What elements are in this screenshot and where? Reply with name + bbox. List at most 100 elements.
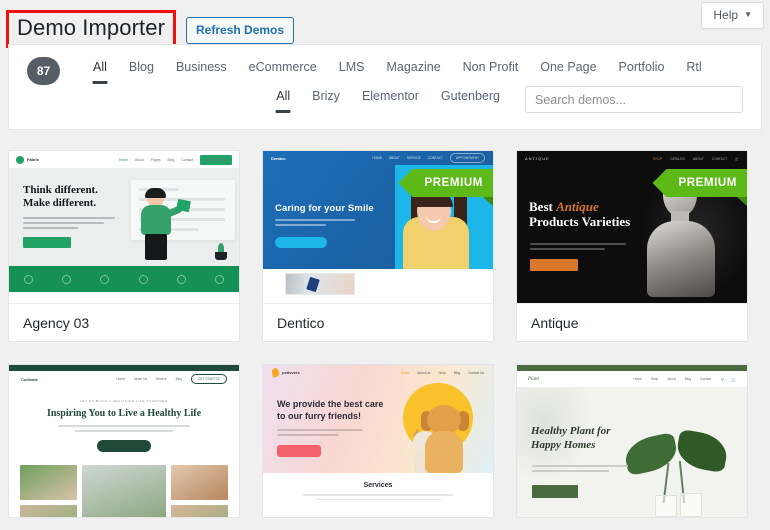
- mini-headline: Best Antique Products Varieties: [529, 199, 630, 230]
- category-tab-all[interactable]: All: [82, 58, 118, 84]
- demo-card-title: Antique: [517, 303, 747, 341]
- category-tab-ecommerce[interactable]: eCommerce: [238, 58, 328, 84]
- demo-thumbnail: petlovers Home About Us Shop Blog Contac…: [263, 365, 493, 517]
- mini-paragraph: [530, 243, 626, 253]
- builder-filter-row: All Brizy Elementor Gutenberg: [9, 85, 761, 113]
- builder-tab-brizy[interactable]: Brizy: [301, 87, 351, 113]
- demo-importer-page: Help ▼ Demo Importer Refresh Demos 87 Al…: [0, 0, 770, 530]
- illustration-person: [135, 188, 192, 262]
- filter-panel: 87 All Blog Business eCommerce LMS Magaz…: [8, 44, 762, 130]
- demo-thumbnail: Plant Home Shop About Blog Contact ⚲ 🛒 H…: [517, 365, 747, 517]
- cart-icon: 🛒: [731, 376, 736, 382]
- demo-card-antique[interactable]: PREMIUM ANTIQUE SHOP CATALOG ABOUT CONTA…: [516, 150, 748, 342]
- demo-thumbnail: Cultivate Home About Us Service Blog GET…: [9, 365, 239, 517]
- mini-cta-button: [97, 439, 151, 452]
- mini-paragraph: [58, 425, 190, 432]
- mini-nav-cta: APPOINTMENT: [449, 153, 485, 163]
- gallery-column: [171, 465, 228, 517]
- mini-headline-line: Healthy Plant for: [531, 425, 611, 437]
- builder-tab-elementor[interactable]: Elementor: [351, 87, 430, 113]
- mini-nav-item: Blog: [175, 377, 183, 381]
- mini-section-title: Services: [363, 482, 393, 489]
- mini-nav-item: Blog: [684, 377, 692, 381]
- mini-site-nav: Cultivate Home About Us Service Blog GET…: [9, 371, 239, 387]
- demo-card-agency-03[interactable]: Fabric Home About Pages Blog Contact DOW…: [8, 150, 240, 342]
- mini-headline-line: Products Varieties: [529, 214, 631, 230]
- mini-cta-button: [275, 237, 327, 248]
- mini-hero: Dentico HOME ABOUT SERVICE CONTACT APPOI…: [263, 151, 493, 269]
- mini-nav-item: ABOUT: [388, 156, 400, 160]
- mini-hero: Healthy Plant for Happy Homes: [517, 387, 747, 517]
- mini-hero-dog: [419, 405, 471, 473]
- category-tab-non-profit[interactable]: Non Profit: [452, 58, 530, 84]
- demo-card-title: Dentico: [263, 303, 493, 341]
- mini-nav-item: CATALOG: [670, 156, 685, 161]
- category-tab-one-page[interactable]: One Page: [529, 58, 607, 84]
- mini-icon-strip: [9, 266, 239, 292]
- mini-logo-text: Dentico: [271, 155, 286, 161]
- page-title: Demo Importer: [17, 15, 166, 40]
- mini-nav-item: Shop: [438, 370, 446, 375]
- mini-secondary-section: [263, 269, 493, 303]
- gallery-photo: [20, 465, 77, 500]
- category-filter-row: 87 All Blog Business eCommerce LMS Magaz…: [9, 45, 761, 85]
- category-tab-magazine[interactable]: Magazine: [375, 58, 451, 84]
- builder-tab-gutenberg[interactable]: Gutenberg: [430, 87, 511, 113]
- demo-card-pet-care[interactable]: petlovers Home About Us Shop Blog Contac…: [262, 364, 494, 518]
- mini-nav-item: SHOP: [653, 156, 663, 161]
- demo-card-healthy-life[interactable]: Cultivate Home About Us Service Blog GET…: [8, 364, 240, 518]
- mini-headline: Healthy Plant for Happy Homes: [531, 425, 610, 453]
- mini-logo: petlovers: [271, 367, 300, 378]
- mini-hero: LET US BUILD A HEALTHIER LIFE TOGETHER I…: [9, 387, 239, 517]
- cart-icon: 🛒: [735, 156, 739, 161]
- mini-nav-item: Home: [400, 370, 410, 375]
- demo-count-badge: 87: [27, 57, 60, 85]
- mini-paragraph: [277, 429, 363, 439]
- mini-nav-item: Home: [116, 377, 125, 381]
- gallery-photo: [171, 465, 228, 500]
- search-input[interactable]: [525, 86, 743, 113]
- category-tab-business[interactable]: Business: [165, 58, 238, 84]
- help-button[interactable]: Help ▼: [701, 2, 764, 29]
- category-tab-blog[interactable]: Blog: [118, 58, 165, 84]
- mini-headline: Caring for your Smile: [275, 203, 374, 214]
- premium-badge: PREMIUM: [398, 169, 493, 197]
- mini-nav-links: Home About Pages Blog Contact DOWNLOAD: [119, 154, 232, 165]
- mini-logo-text: Fabric: [27, 157, 40, 162]
- mini-illustration: [119, 178, 235, 262]
- mini-cta-button: [532, 485, 578, 498]
- mini-nav-item: CONTACT: [427, 156, 443, 160]
- mini-cta-button: [277, 445, 321, 457]
- mini-nav-item: CONTACT: [711, 156, 728, 161]
- category-tab-portfolio[interactable]: Portfolio: [608, 58, 676, 84]
- search-icon: ⚲: [721, 376, 725, 382]
- mini-headline-line: Happy Homes: [531, 438, 596, 451]
- mini-headline-accent: Antique: [556, 199, 599, 214]
- category-tab-rtl[interactable]: Rtl: [675, 58, 712, 84]
- mini-nav-links: SHOP CATALOG ABOUT CONTACT 🛒: [653, 157, 739, 161]
- mini-nav-item: Contact Us: [468, 370, 484, 375]
- demo-thumbnail: PREMIUM ANTIQUE SHOP CATALOG ABOUT CONTA…: [517, 151, 747, 303]
- mini-gallery: [20, 465, 228, 517]
- mini-nav-links: HOME ABOUT SERVICE CONTACT APPOINTMENT: [372, 153, 485, 163]
- mini-site-nav: Fabric Home About Pages Blog Contact DOW…: [9, 151, 239, 168]
- refresh-demos-button[interactable]: Refresh Demos: [186, 16, 295, 44]
- mini-eyebrow: LET US BUILD A HEALTHIER LIFE TOGETHER: [80, 399, 168, 403]
- mini-site-nav: Dentico HOME ABOUT SERVICE CONTACT APPOI…: [263, 151, 493, 165]
- category-tab-lms[interactable]: LMS: [328, 58, 376, 84]
- page-title-highlight: Demo Importer: [6, 10, 177, 49]
- gallery-photo: [81, 465, 167, 517]
- chevron-down-icon: ▼: [744, 10, 752, 19]
- gallery-photo: [171, 504, 228, 517]
- mini-logo-text: Plant: [528, 376, 539, 382]
- mini-hero: Think different. Make different.: [9, 168, 239, 266]
- mini-nav-item: Home: [119, 157, 129, 162]
- mini-nav-item: Home: [633, 377, 642, 381]
- gallery-column: [20, 465, 77, 517]
- demo-card-dentico[interactable]: PREMIUM Dentico HOME ABOUT SERVICE CONTA…: [262, 150, 494, 342]
- demo-card-plant[interactable]: Plant Home Shop About Blog Contact ⚲ 🛒 H…: [516, 364, 748, 518]
- builder-tab-all[interactable]: All: [265, 87, 301, 113]
- demo-card-title: Agency 03: [9, 303, 239, 341]
- mini-nav-item: Contact: [700, 377, 712, 381]
- mini-site-nav: petlovers Home About Us Shop Blog Contac…: [263, 365, 493, 380]
